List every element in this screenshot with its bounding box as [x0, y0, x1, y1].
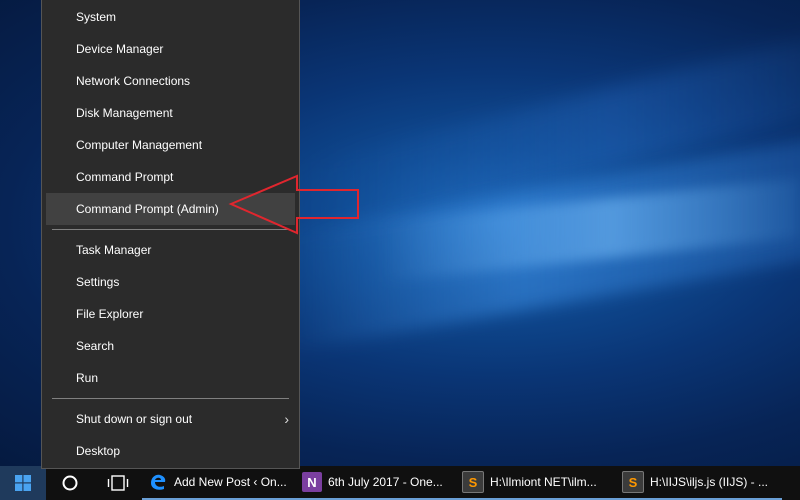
taskbar: Add New Post ‹ On... N 6th July 2017 - O…: [0, 466, 800, 500]
menu-item-search[interactable]: Search: [42, 330, 299, 362]
onenote-icon: N: [302, 472, 322, 492]
task-view-icon: [107, 475, 129, 491]
menu-group-utilities: Task Manager Settings File Explorer Sear…: [42, 234, 299, 394]
sublime-text-icon: S: [462, 471, 484, 493]
menu-item-disk-management[interactable]: Disk Management: [42, 97, 299, 129]
taskbar-app-edge[interactable]: Add New Post ‹ On...: [142, 466, 296, 500]
taskbar-app-label: H:\IIJS\iljs.js (IIJS) - ...: [650, 475, 769, 489]
taskbar-app-sublime-text-1[interactable]: S H:\Ilmiont NET\ilm...: [456, 466, 616, 500]
taskbar-app-label: H:\Ilmiont NET\ilm...: [490, 475, 597, 489]
edge-icon: [148, 472, 168, 492]
taskbar-app-label: 6th July 2017 - One...: [328, 475, 443, 489]
menu-item-shut-down-or-sign-out[interactable]: Shut down or sign out ›: [42, 403, 299, 435]
menu-item-file-explorer[interactable]: File Explorer: [42, 298, 299, 330]
menu-item-run[interactable]: Run: [42, 362, 299, 394]
windows-logo-icon: [15, 475, 31, 491]
chevron-right-icon: ›: [284, 411, 289, 427]
menu-group-session: Shut down or sign out › Desktop: [42, 403, 299, 467]
menu-item-device-manager[interactable]: Device Manager: [42, 33, 299, 65]
task-view-button[interactable]: [94, 466, 142, 500]
taskbar-app-sublime-text-2[interactable]: S H:\IIJS\iljs.js (IIJS) - ...: [616, 466, 782, 500]
start-button[interactable]: [0, 466, 46, 500]
menu-item-system[interactable]: System: [42, 1, 299, 33]
annotation-arrow-icon: [228, 174, 359, 235]
cortana-search-button[interactable]: [46, 466, 94, 500]
taskbar-app-onenote[interactable]: N 6th July 2017 - One...: [296, 466, 456, 500]
annotation-arrow-outline: [228, 174, 359, 235]
menu-item-task-manager[interactable]: Task Manager: [42, 234, 299, 266]
menu-item-computer-management[interactable]: Computer Management: [42, 129, 299, 161]
menu-item-network-connections[interactable]: Network Connections: [42, 65, 299, 97]
menu-item-desktop[interactable]: Desktop: [42, 435, 299, 467]
menu-item-label: Shut down or sign out: [76, 412, 193, 426]
menu-item-settings[interactable]: Settings: [42, 266, 299, 298]
sublime-text-icon: S: [622, 471, 644, 493]
cortana-circle-icon: [62, 475, 78, 491]
menu-separator: [52, 398, 289, 399]
taskbar-app-label: Add New Post ‹ On...: [174, 475, 287, 489]
